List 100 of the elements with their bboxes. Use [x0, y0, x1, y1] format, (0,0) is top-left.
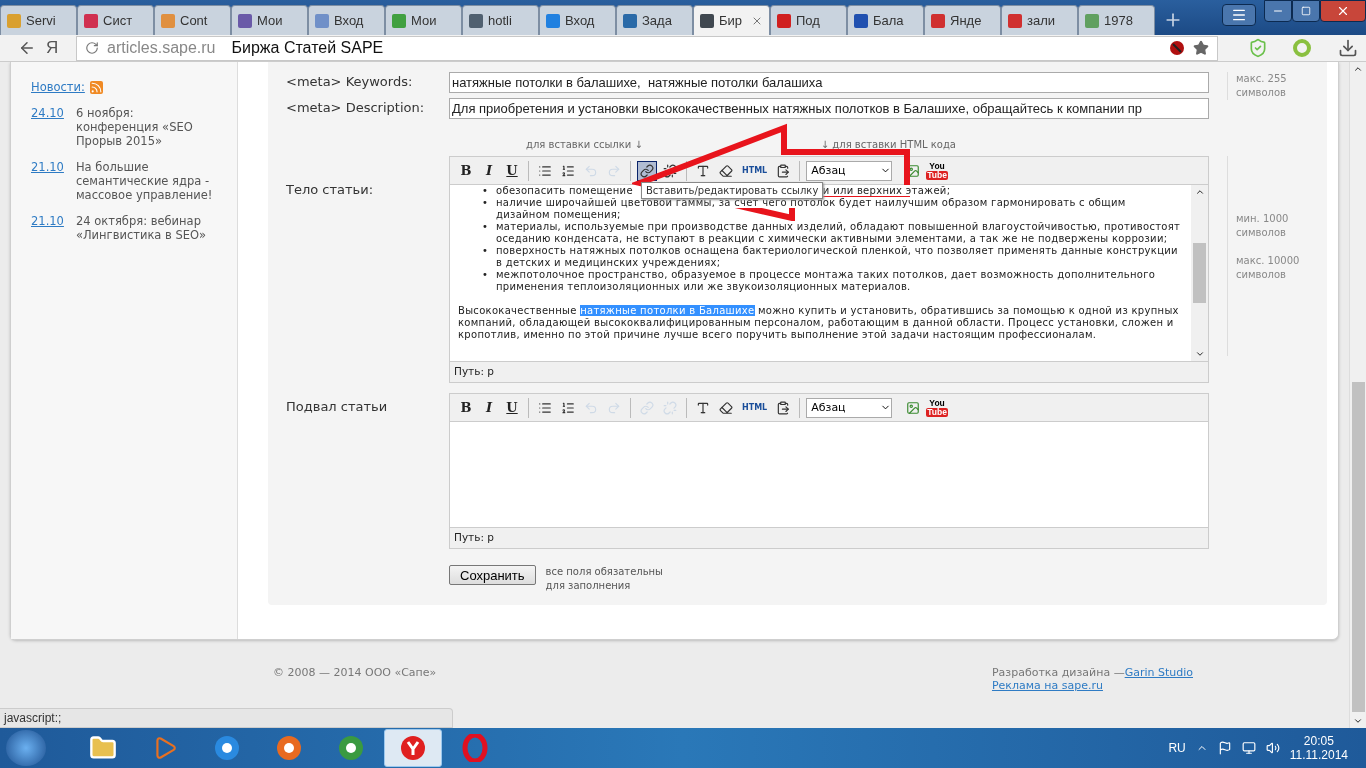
browser-tab[interactable]: зали — [1001, 5, 1078, 35]
news-date-link[interactable]: 21.10 — [31, 214, 64, 242]
taskbar-app[interactable] — [384, 729, 442, 767]
browser-tab[interactable]: Сист — [77, 5, 154, 35]
o-logo-icon — [462, 734, 488, 762]
yandex-button[interactable]: Я — [46, 38, 66, 58]
language-indicator[interactable]: RU — [1168, 741, 1186, 755]
news-date-link[interactable]: 21.10 — [31, 160, 64, 202]
numbered-list-icon — [561, 163, 575, 178]
news-title: 6 ноября: конференция «SEO Прорыв 2015» — [75, 106, 194, 148]
format-dropdown[interactable]: Абзац — [806, 397, 893, 418]
field-label: <meta> Description: — [286, 99, 426, 115]
flag-icon[interactable] — [1217, 741, 1232, 755]
menu-button[interactable] — [1222, 4, 1256, 26]
redo-icon — [607, 163, 621, 178]
letter-t-icon — [696, 163, 710, 178]
network-icon[interactable] — [1241, 741, 1256, 755]
paste-icon — [776, 163, 791, 178]
browser-tab[interactable]: Мои — [385, 5, 462, 35]
browser-tab[interactable]: 1978 — [1078, 5, 1155, 35]
address-field[interactable]: articles.sape.ru Биржа Статей SAPE — [76, 35, 1218, 61]
rich-text-editor[interactable] — [449, 156, 1209, 383]
link-icon — [640, 400, 654, 415]
italic-button[interactable]: I — [479, 160, 499, 181]
volume-icon[interactable] — [1265, 741, 1280, 755]
y-logo-icon — [400, 735, 426, 761]
text-field[interactable]: натяжные потолки в балашихе, натяжные потолки балашиха — [449, 72, 1209, 93]
tooltip: Вставить/редактировать ссылку — [641, 182, 824, 199]
image-icon — [906, 400, 921, 415]
copyright: © 2008 — 2014 ООО «Сапе» — [273, 666, 437, 681]
browser-tab[interactable]: Янде — [924, 5, 1001, 35]
download-icon[interactable] — [1338, 38, 1358, 58]
scrollbar-thumb[interactable] — [1193, 243, 1206, 303]
unlink-icon — [663, 400, 677, 415]
html-button[interactable]: HTML — [739, 160, 771, 181]
scroll-down-icon[interactable] — [1353, 716, 1363, 726]
link-icon — [640, 163, 654, 178]
news-date-link[interactable]: 24.10 — [31, 106, 64, 148]
close-icon — [1336, 4, 1350, 18]
browser-tab[interactable]: Servi — [0, 5, 77, 35]
length-hint: мин. 1000 символов — [1236, 212, 1290, 240]
field-label: Подвал статьи — [286, 398, 389, 414]
html-button[interactable]: HTML — [739, 397, 771, 418]
field-label: <meta> Keywords: — [286, 73, 414, 89]
maximize-icon — [1301, 6, 1311, 16]
eraser-icon — [719, 163, 733, 178]
undo-icon — [584, 400, 598, 415]
underline-button[interactable]: U — [502, 397, 522, 418]
path-bar: Путь: p — [450, 361, 1208, 382]
format-dropdown[interactable]: Абзац — [806, 160, 893, 181]
eraser-icon — [719, 400, 733, 415]
path-bar: Путь: p — [450, 527, 1208, 548]
scroll-down-icon[interactable] — [1194, 349, 1205, 359]
scrollbar-thumb[interactable] — [1351, 382, 1365, 712]
minimize-button[interactable] — [1264, 0, 1292, 22]
browser-tab[interactable]: hotli — [462, 5, 539, 35]
undo-icon — [584, 163, 598, 178]
back-icon[interactable] — [18, 39, 36, 57]
blocked-icon[interactable] — [1169, 40, 1185, 56]
browser-tab[interactable]: Бала — [847, 5, 924, 35]
bold-button[interactable]: B — [456, 160, 476, 181]
browser-tab[interactable]: Бир — [693, 5, 770, 35]
bullet-list-icon — [538, 400, 552, 415]
browser-tab[interactable]: Под — [770, 5, 847, 35]
browser-tab[interactable]: Вход — [539, 5, 616, 35]
ad-link[interactable]: Реклама на sape.ru — [991, 679, 1193, 692]
close-button[interactable] — [1320, 0, 1366, 22]
paste-icon — [776, 400, 791, 415]
required-note: все поля обязательны для заполнения — [545, 565, 665, 593]
news-title: На большие семантические ядра - массовое управление! — [75, 160, 214, 202]
menu-icon — [1231, 7, 1247, 23]
save-button[interactable]: Сохранить — [449, 565, 536, 585]
clock[interactable]: 20:05 11.11.2014 — [1289, 734, 1348, 762]
text-field[interactable]: Для приобретения и установки высококачественных натяжных полотков в Балашихе, обращайтесь к компании пр — [449, 98, 1209, 119]
bullet-list-icon — [538, 163, 552, 178]
scroll-up-icon[interactable] — [1353, 64, 1363, 74]
letter-t-icon — [696, 400, 710, 415]
browser-tab[interactable]: Cont — [154, 5, 231, 35]
rich-text-editor[interactable]: B I U HTML Абзац You Tube Путь: p — [449, 393, 1209, 549]
maximize-button[interactable] — [1292, 0, 1320, 22]
studio-link[interactable]: Garin Studio — [1124, 666, 1193, 679]
editor-hint: ↓ для вставки HTML кода — [820, 139, 956, 150]
start-button[interactable] — [6, 730, 46, 766]
scroll-up-icon[interactable] — [1194, 187, 1205, 197]
editor-hint: для вставки ссылки ↓ — [526, 139, 643, 150]
numbered-list-icon — [561, 400, 575, 415]
underline-button[interactable]: U — [502, 160, 522, 181]
length-hint: макс. 255 символов — [1236, 72, 1288, 100]
news-link[interactable]: Новости: — [31, 80, 85, 94]
redo-icon — [607, 400, 621, 415]
design-credit: Разработка дизайна — — [991, 666, 1125, 679]
bookmark-star-icon[interactable] — [1193, 40, 1209, 56]
browser-tab[interactable]: Мои — [231, 5, 308, 35]
length-hint: макс. 10000 символов — [1236, 254, 1301, 282]
unlink-icon — [663, 163, 677, 178]
italic-button[interactable]: I — [479, 397, 499, 418]
browser-tab[interactable]: Вход — [308, 5, 385, 35]
bold-button[interactable]: B — [456, 397, 476, 418]
reload-icon[interactable] — [85, 41, 99, 55]
browser-tab[interactable]: Зада — [616, 5, 693, 35]
